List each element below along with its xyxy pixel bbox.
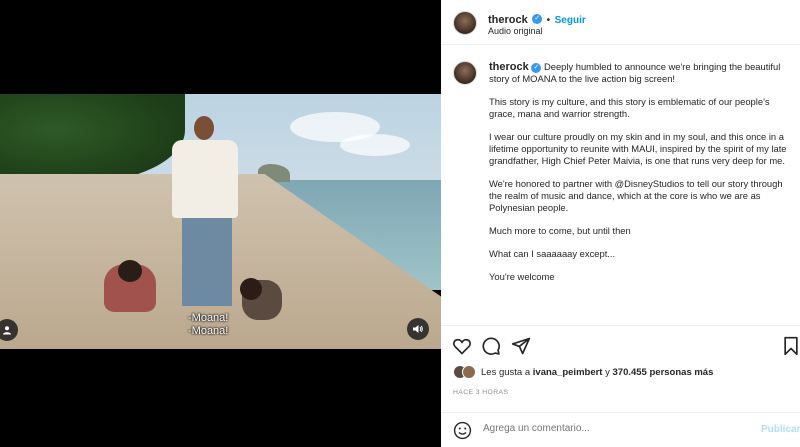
media-pane: -Moana! -Moana! (0, 0, 441, 447)
avatar[interactable] (453, 11, 477, 35)
action-bar (441, 325, 800, 363)
caption-paragraph: Much more to come, but until then (489, 225, 631, 236)
video-man-body (172, 140, 238, 218)
video-girl-left-head (118, 260, 142, 282)
likes-summary: Les gusta a ivana_peimbert y 370.455 per… (453, 365, 713, 379)
subtitle-line: -Moana! (188, 325, 229, 337)
publish-button[interactable]: Publicar (761, 424, 800, 435)
heart-icon[interactable] (452, 336, 472, 356)
comment-icon[interactable] (481, 336, 501, 356)
caption-paragraph: What can I saaaaaay except... (489, 248, 616, 259)
video-subtitles: -Moana! -Moana! (188, 312, 228, 338)
bookmark-icon[interactable] (781, 336, 800, 356)
caption-intro: therock ✓ Deeply humbled to announce we'… (489, 61, 789, 85)
username-link[interactable]: therock (488, 14, 528, 26)
liker-avatars (453, 365, 476, 379)
caption-username-link[interactable]: therock (489, 61, 529, 73)
sound-icon (413, 325, 423, 333)
post-header: therock ✓ • Seguir Audio original (441, 0, 800, 45)
video-player[interactable]: -Moana! -Moana! (0, 94, 441, 349)
caption-paragraph-partial: You're welcome (489, 271, 555, 282)
verified-badge-icon: ✓ (531, 62, 542, 73)
likes-count-link[interactable]: 370.455 personas más (613, 367, 714, 378)
likes-suffix: personas más (649, 366, 714, 378)
follow-button[interactable]: Seguir (555, 15, 586, 26)
subtitle-line: -Moana! (188, 312, 229, 324)
video-man-legs (182, 216, 232, 306)
comment-input[interactable] (483, 423, 713, 434)
verified-badge-icon: ✓ (532, 13, 543, 24)
header-separator: • (546, 15, 551, 26)
audio-link[interactable]: Audio original (488, 26, 543, 36)
instagram-post-modal: -Moana! -Moana! therock ✓ • Seguir Audio… (0, 0, 800, 447)
comment-bar: Publicar (441, 412, 800, 447)
caption-paragraph: This story is my culture, and this story… (489, 96, 770, 119)
likes-middle: y (605, 366, 610, 378)
emoji-icon[interactable] (453, 421, 472, 440)
video-cloud (340, 134, 410, 156)
post-side-panel: therock ✓ • Seguir Audio original theroc… (441, 0, 800, 447)
video-girl-right-head (240, 278, 262, 300)
caption-paragraph: We're honored to partner with @DisneyStu… (489, 178, 783, 213)
liker-username-link[interactable]: ivana_peimbert (533, 367, 603, 378)
likes-prefix: Les gusta a (481, 366, 531, 378)
likes-count: 370.455 (612, 366, 647, 378)
share-icon[interactable] (511, 336, 531, 356)
mute-button[interactable] (407, 318, 429, 340)
user-tag-icon (3, 326, 11, 335)
caption-paragraph: I wear our culture proudly on my skin an… (489, 131, 787, 166)
caption-avatar[interactable] (453, 61, 477, 85)
video-man-head (194, 116, 214, 140)
liker-avatar (462, 365, 476, 379)
post-caption: therock ✓ Deeply humbled to announce we'… (489, 61, 789, 294)
post-timestamp[interactable]: HACE 3 HORAS (453, 389, 508, 396)
